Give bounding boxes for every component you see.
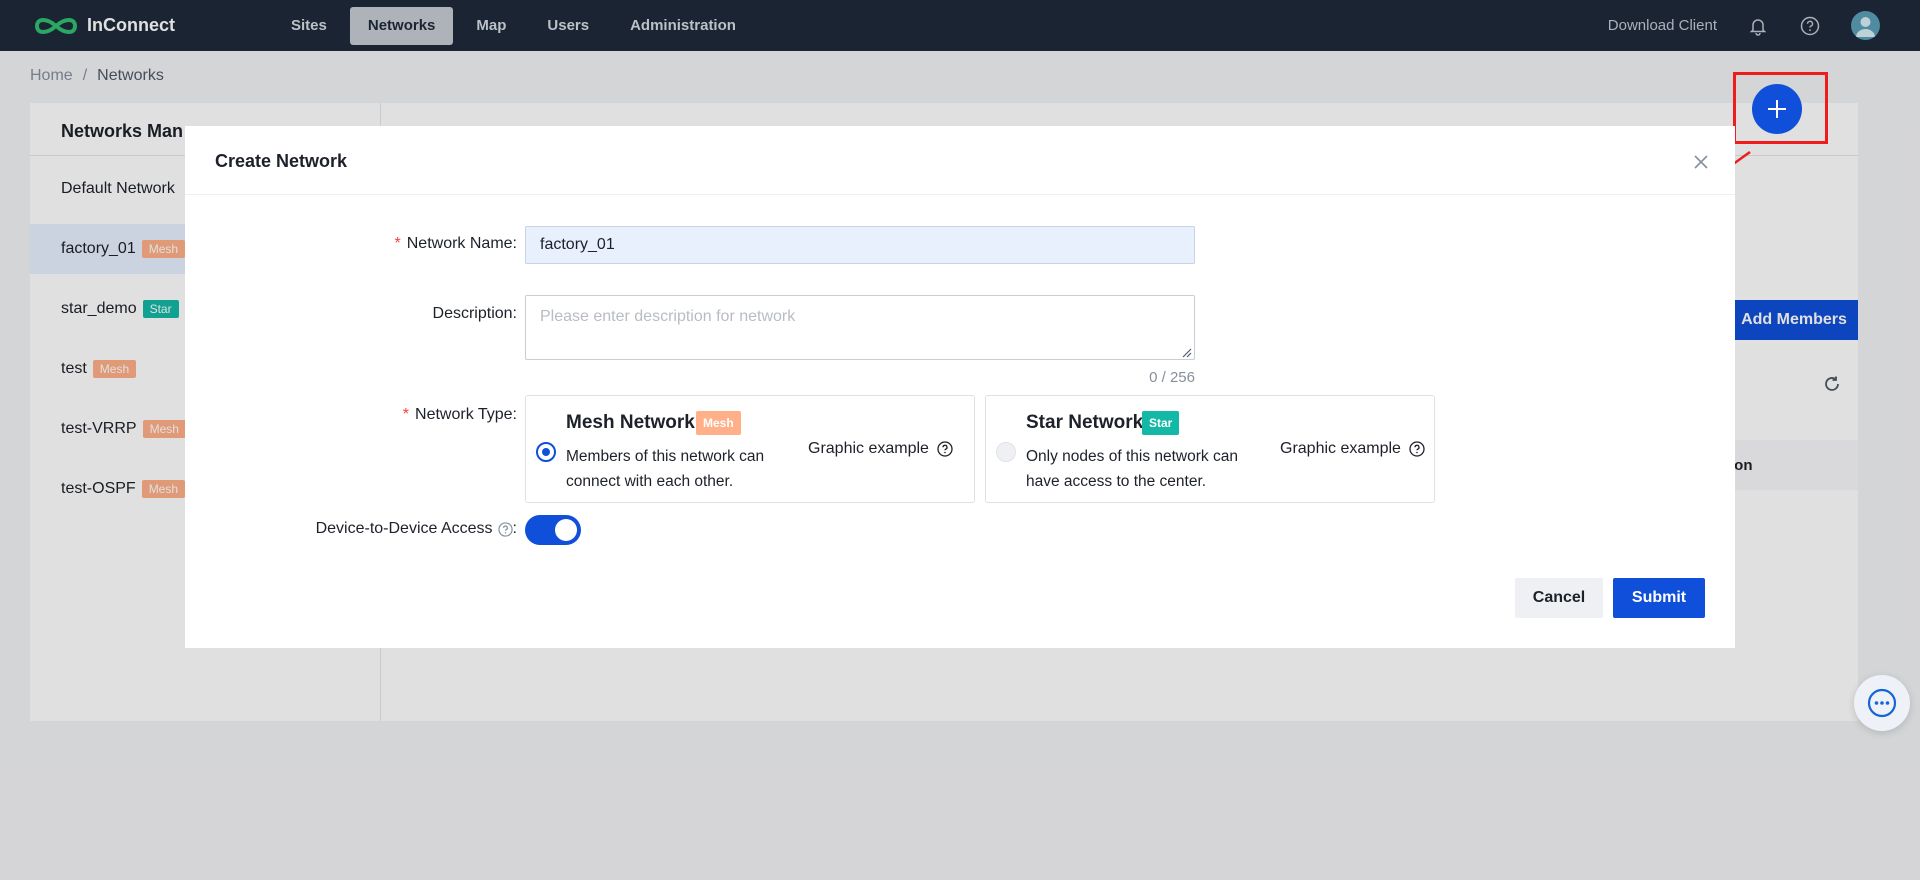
star-network-option[interactable]: Star Network Star Only nodes of this net…	[985, 395, 1435, 503]
star-tag: Star	[1142, 411, 1180, 435]
close-icon[interactable]	[1690, 151, 1712, 173]
network-name-input[interactable]: factory_01	[525, 226, 1195, 264]
required-asterisk: *	[402, 406, 410, 423]
question-circle-icon[interactable]	[937, 441, 953, 457]
label-colon: :	[512, 520, 517, 537]
mesh-graphic-example[interactable]: Graphic example	[808, 440, 953, 458]
chat-icon	[1867, 688, 1897, 718]
mesh-tag: Mesh	[696, 411, 741, 435]
d2d-access-label: Device-to-Device Access :	[265, 520, 517, 538]
mesh-network-description: Members of this network can connect with…	[566, 448, 765, 490]
star-network-title: Star Network	[1026, 412, 1144, 433]
graphic-example-label: Graphic example	[808, 440, 929, 457]
resize-handle-icon[interactable]	[1182, 348, 1192, 358]
chat-support-button[interactable]	[1854, 675, 1910, 731]
description-label: Description:	[325, 305, 517, 323]
dialog-header-divider	[185, 194, 1735, 195]
mesh-network-radio[interactable]	[536, 442, 556, 462]
description-textarea[interactable]: Please enter description for network	[525, 295, 1195, 360]
star-graphic-example[interactable]: Graphic example	[1280, 440, 1425, 458]
d2d-access-toggle[interactable]	[525, 515, 581, 545]
network-name-label-text: Network Name	[406, 235, 513, 252]
graphic-example-label: Graphic example	[1280, 440, 1401, 457]
network-type-label: * Network Type:	[325, 406, 517, 424]
network-type-label-text: Network Type	[415, 406, 513, 423]
description-label-text: Description	[432, 305, 513, 322]
mesh-network-title: Mesh Network	[566, 412, 695, 433]
dialog-title: Create Network	[215, 151, 348, 171]
d2d-access-label-text: Device-to-Device Access	[315, 520, 493, 537]
question-circle-icon[interactable]	[1409, 441, 1425, 457]
question-circle-icon[interactable]	[497, 521, 513, 537]
star-network-description: Only nodes of this network can have acce…	[1026, 448, 1238, 490]
star-network-radio[interactable]	[996, 442, 1016, 462]
create-network-dialog: Create Network * Network Name: factory_01…	[185, 126, 1735, 648]
cancel-button[interactable]: Cancel	[1515, 578, 1603, 618]
submit-button[interactable]: Submit	[1613, 578, 1705, 618]
mesh-network-option[interactable]: Mesh Network Mesh Members of this networ…	[525, 395, 975, 503]
label-colon: :	[512, 305, 517, 322]
plus-icon	[1768, 100, 1786, 118]
add-network-button[interactable]	[1752, 84, 1802, 134]
required-asterisk: *	[394, 235, 401, 252]
label-colon: :	[512, 235, 517, 252]
network-name-label: * Network Name:	[325, 235, 518, 253]
description-char-counter: 0 / 256	[1149, 369, 1195, 386]
label-colon: :	[512, 406, 517, 423]
